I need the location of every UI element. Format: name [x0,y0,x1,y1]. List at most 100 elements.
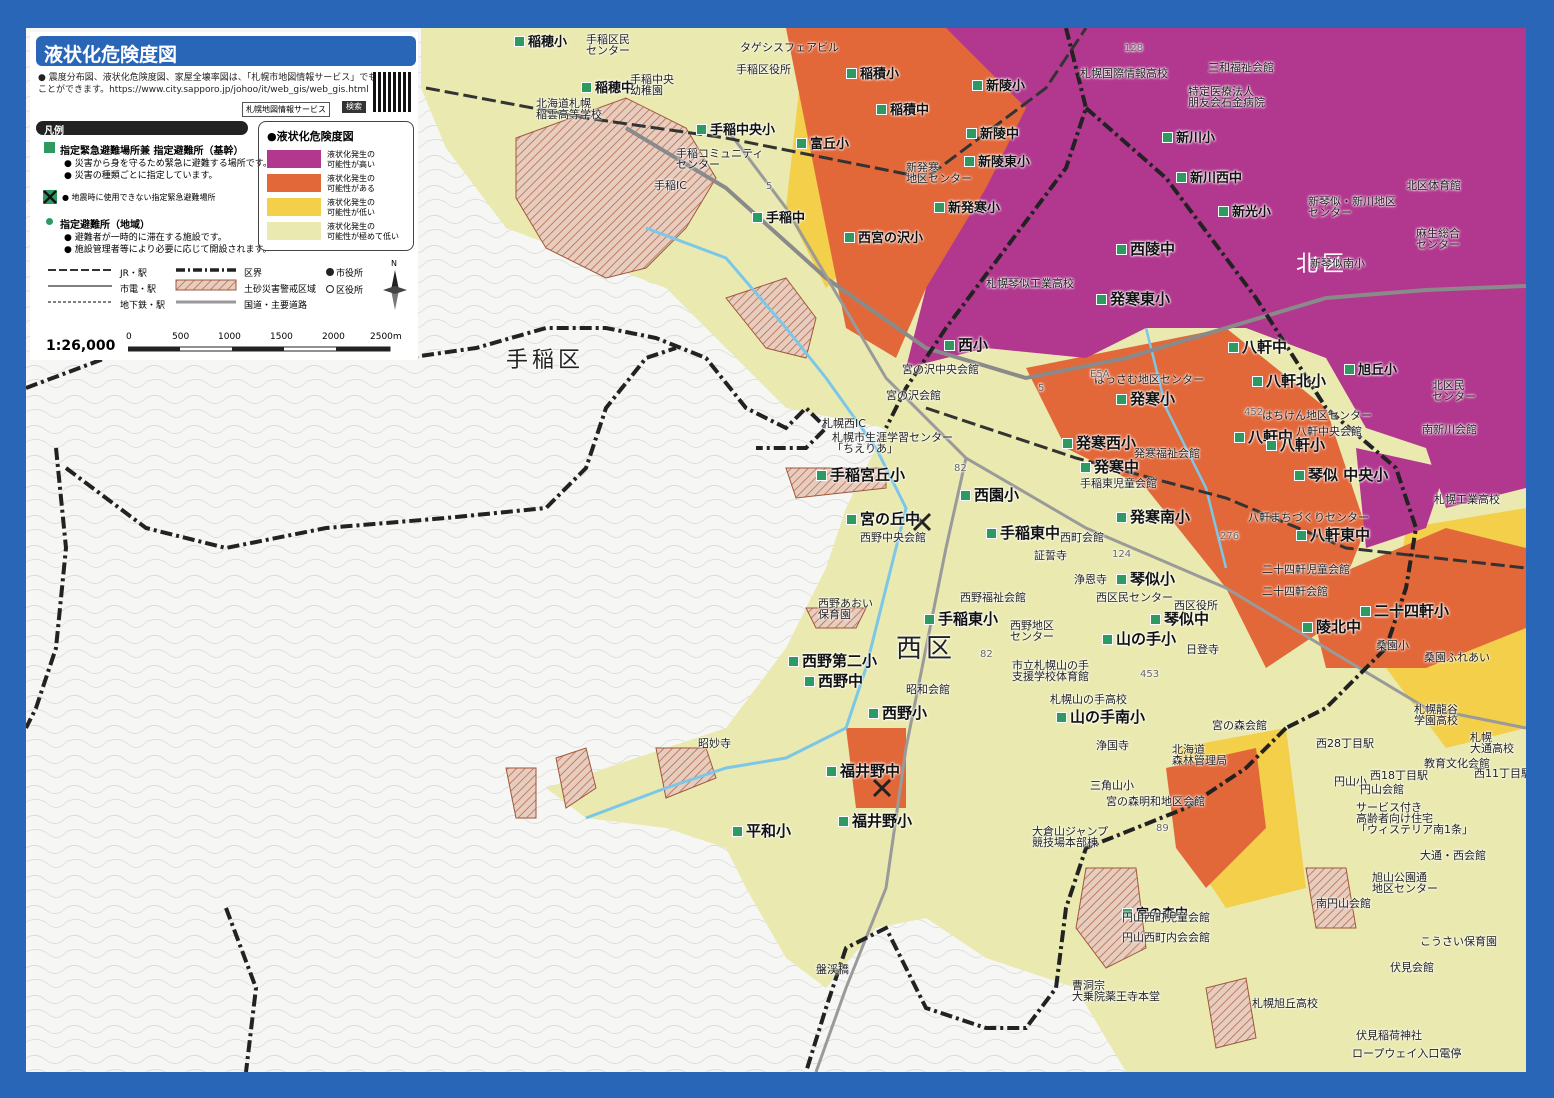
school-label: 山の手南小 [1056,710,1145,725]
school-label: 手稲中央小 [696,124,775,137]
place-label: 麻生総合 センター [1416,227,1460,251]
place-label: 南円山会館 [1316,897,1371,910]
place-label: 盤渓橋 [816,963,849,976]
school-label: 福井野中 [826,764,900,779]
ward-office-icon [326,285,334,293]
school-label: 西野中 [804,674,863,689]
place-label: 八軒中央会館 [1296,425,1362,438]
place-label: 宮の沢中央会館 [902,363,979,376]
legend-landslide: 土砂災害警戒区域 [244,285,317,295]
legend-city-hall: 市役所 [336,269,364,279]
place-label: 日登寺 [1186,643,1219,656]
risk-label-high: 液状化発生の 可能性が高い [327,150,375,169]
place-label: 大倉山ジャンプ 競技場本部棟 [1032,825,1109,849]
scale-tick: 2500m [370,332,402,342]
school-label: 山の手小 [1102,632,1176,647]
school-label: 稲積中 [876,104,929,117]
place-label: 札幌国際情報高校 [1080,67,1168,80]
place-label: 宮の沢会館 [886,389,941,402]
school-label: 旭丘小 [1344,364,1397,377]
shelter-main-note: ● 災害の種類ごとに指定しています。 [64,171,218,181]
place-label: 西28丁目駅 [1316,737,1374,750]
search-button[interactable]: 検索 [342,101,366,113]
shelter-main-icon [44,142,55,153]
title-bar: 液状化危険度図 [36,36,416,66]
place-label: 新琴似・新川地区 センター [1308,195,1396,219]
place-label: はちけん地区センター [1262,409,1372,422]
place-label: 大通・西会館 [1420,849,1486,862]
road-shield: 124 [1112,549,1132,560]
scale-tick: 1500 [270,332,293,342]
risk-swatch-low [267,198,321,216]
legend-jr: JR・駅 [120,269,147,279]
school-label: 手稲東中 [986,526,1060,541]
note-url[interactable]: ことができます。https://www.city.sapporo.jp/joho… [38,84,369,96]
place-label: 新琴似南小 [1310,257,1365,270]
place-label: 札幌旭丘高校 [1252,997,1318,1010]
school-label: 八軒北小 [1252,374,1326,389]
legend-header-label: 凡例 [44,126,64,137]
road-shield: 452 [1244,407,1264,418]
school-label: 琴似中 [1150,612,1209,627]
ward-label-teine: 手稲区 [506,348,585,373]
school-label: 新川西中 [1176,172,1242,185]
place-label: 西11丁目駅 [1474,767,1526,780]
service-name-box: 札幌地図情報サービス [242,102,330,117]
road-shield: E5A [1090,369,1110,380]
place-label: 桑園小 [1376,639,1409,652]
school-label: 発寒西小 [1062,436,1136,451]
place-label: 北海道札幌 稲雲高等学校 [536,97,602,121]
scale-tick: 500 [172,332,190,342]
place-label: 二十四軒児童会館 [1262,563,1350,576]
interchange-label: 札幌西IC [822,417,866,430]
place-label: 宮の森明和地区会館 [1106,795,1205,808]
place-label: 昭和会館 [906,683,950,696]
school-label: 八軒小 [1266,438,1325,453]
school-label: 新陵東小 [964,156,1030,169]
place-label: 八軒まちづくりセンター [1248,511,1369,524]
road-shield: 82 [954,463,967,474]
place-label: 西18丁目駅 [1370,769,1428,782]
unusable-shelter-icon [43,190,57,204]
place-label: 西野中央会館 [860,531,926,544]
school-label: 稲積小 [846,68,899,81]
school-label: 福井野小 [838,814,912,829]
road-shield: 5 [1038,383,1045,394]
place-label: はっさむ地区センター [1094,373,1204,386]
place-label: 札幌山の手高校 [1050,693,1127,706]
school-label: 平和小 [732,824,791,839]
map-frame: 手稲区 西区 北区 稲穂小 稲穂中 手稲中央小 手稲中 稲積小 稲積中 富丘小 … [0,0,1554,1098]
school-label: 稲穂小 [514,36,567,49]
risk-swatch-high [267,150,321,168]
place-label: 西野地区 センター [1010,619,1054,643]
school-label: 新川小 [1162,132,1215,145]
place-label: 旭山公園通 地区センター [1372,871,1438,895]
place-label: タゲシスフェアビル [740,41,839,54]
shelter-local-icon [46,218,53,225]
risk-legend-title: ●液状化危険度図 [267,130,354,143]
place-label: ロープウェイ入口電停 [1352,1047,1462,1060]
place-label: 円山会館 [1360,783,1404,796]
place-label: 伏見稲荷神社 [1356,1029,1422,1042]
school-label: 二十四軒小 [1360,604,1449,619]
school-label: 手稲東小 [924,612,998,627]
place-label: 浄恩寺 [1074,573,1107,586]
scale-tick: 0 [126,332,132,342]
school-label: 西宮の沢小 [844,232,923,245]
shelter-local-label: 指定避難所（地域） [60,220,150,231]
road-shield: 453 [1140,669,1160,680]
school-label: 琴似小 [1116,572,1175,587]
scale-bar [128,346,391,352]
place-label: 札幌琴似工業高校 [986,277,1074,290]
place-label: 特定医療法人 朋友会石金病院 [1188,85,1265,109]
scale-tick: 1000 [218,332,241,342]
legend-roads: 国道・主要道路 [244,301,308,311]
north-arrow-icon: N [383,259,407,310]
place-label: 札幌工業高校 [1434,493,1500,506]
road-shield: 5 [766,181,773,192]
place-label: 円山西町児童会館 [1122,911,1210,924]
qr-code-icon[interactable] [373,72,413,112]
place-label: 証誓寺 [1034,549,1067,562]
legend-ward-office: 区役所 [336,286,364,296]
school-label: 富丘小 [796,138,849,151]
